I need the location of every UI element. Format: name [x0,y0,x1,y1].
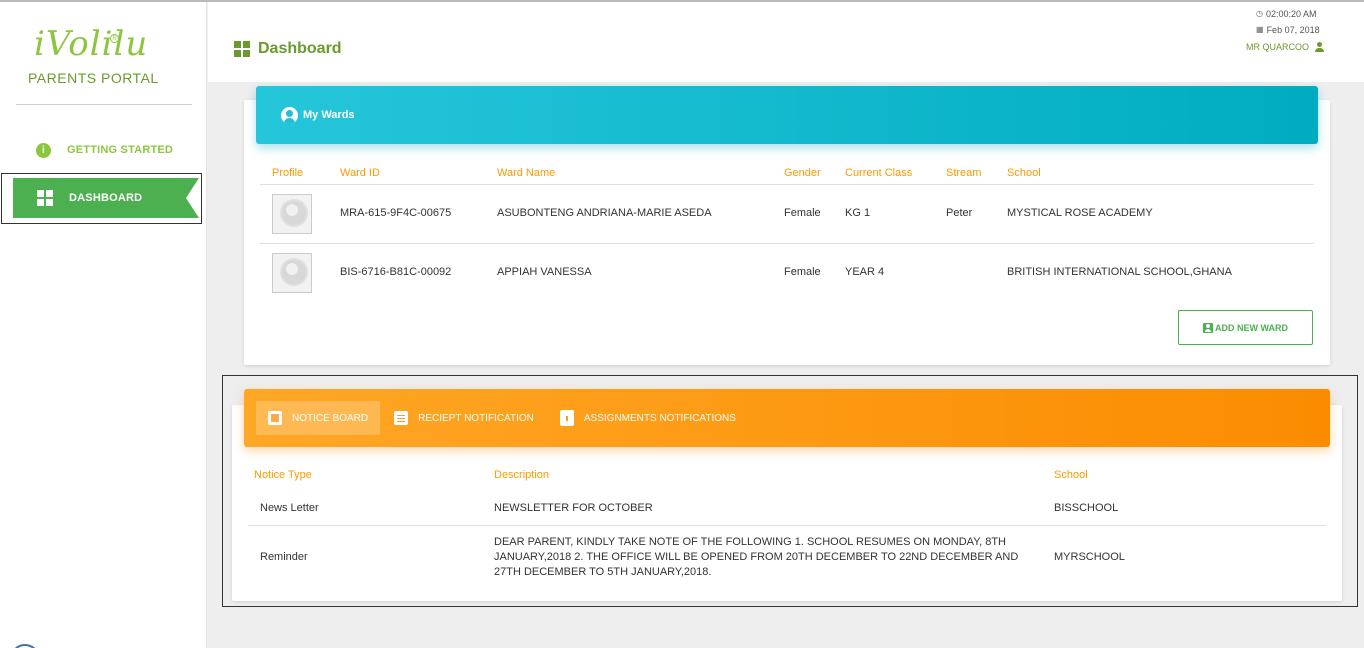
ward-stream: Peter [946,207,973,219]
tab-label: NOTICE BOARD [292,412,369,424]
sidebar-item-label: GETTING STARTED [67,144,174,156]
ward-gender: Female [784,266,821,278]
ward-id: BIS-6716-B81C-00092 [340,266,452,278]
sidebar-active-highlight: DASHBOARD [1,173,202,224]
column-header-profile: Profile [272,167,304,179]
ward-gender: Female [784,207,821,219]
page-title-text: Dashboard [258,40,342,57]
add-new-ward-button[interactable]: ADD NEW WARD [1178,310,1313,345]
user-menu[interactable]: MR QUARCOO [1246,42,1324,52]
tab-label: RECIEPT NOTIFICATION [418,412,534,424]
ward-avatar[interactable] [272,194,312,234]
notice-school: BISSCHOOL [1054,502,1119,514]
notice-description: NEWSLETTER FOR OCTOBER [494,502,653,514]
dashboard-icon [37,190,53,206]
row-divider [260,243,1314,244]
column-header-gender: Gender [784,167,821,179]
notice-description: DEAR PARENT, KINDLY TAKE NOTE OF THE FOL… [494,536,1019,578]
dashboard-icon [234,41,250,57]
table-header-divider [260,184,1314,185]
info-icon: i [36,142,51,158]
account-box-icon [1203,322,1213,333]
tab-notice-board[interactable]: NOTICE BOARD [256,401,381,435]
tab-label: ASSIGNMENTS NOTIFICATIONS [583,412,736,424]
datetime-display: ◷ 02:00:20 AM ▦ Feb 07, 2018 [1256,6,1320,38]
column-header-ward-name: Ward Name [497,167,556,179]
column-header-description: Description [494,469,550,481]
ward-school: MYSTICAL ROSE ACADEMY [1007,207,1153,219]
ward-name: APPIAH VANESSA [497,266,592,278]
sidebar-item-getting-started[interactable]: i GETTING STARTED [12,130,196,170]
tab-assignments-notifications[interactable]: ASSIGNMENTS NOTIFICATIONS [548,401,748,435]
column-header-ward-id: Ward ID [340,167,380,179]
sidebar-item-label: DASHBOARD [69,192,143,204]
notice-school: MYRSCHOOL [1054,551,1125,563]
column-header-stream: Stream [946,167,982,179]
tab-receipt-notification[interactable]: RECIEPT NOTIFICATION [382,401,546,435]
wards-card-header: My Wards [256,86,1318,144]
clock-icon: ◷ [1256,9,1263,18]
notices-card-header: NOTICE BOARD RECIEPT NOTIFICATION ASSIGN… [244,389,1330,447]
row-divider [248,525,1326,526]
user-name: MR QUARCOO [1246,42,1309,52]
logo-wordmark: iVolilu [34,24,149,64]
sidebar-divider [16,104,192,105]
receipt-icon [394,411,409,425]
current-time: 02:00:20 AM [1265,9,1317,19]
ward-class: KG 1 [845,207,871,219]
ward-school: BRITISH INTERNATIONAL SCHOOL,GHANA [1007,266,1232,278]
wards-title: My Wards [303,109,355,121]
column-header-school: School [1054,469,1088,481]
help-icon[interactable] [10,644,40,648]
assignment-icon [559,410,574,426]
registered-icon: R [110,34,119,43]
column-header-current-class: Current Class [845,167,913,179]
ward-avatar[interactable] [272,253,312,293]
column-header-school: School [1007,167,1041,179]
column-header-notice-type: Notice Type [254,469,312,481]
calendar-icon: ▦ [1256,25,1264,34]
sidebar-item-dashboard[interactable]: DASHBOARD [13,178,199,218]
logo[interactable]: iVolilu R PARENTS PORTAL [22,20,172,90]
portal-label: PARENTS PORTAL [28,70,159,86]
page-title: Dashboard [234,40,342,58]
account-circle-icon [281,106,298,124]
sidebar: iVolilu R PARENTS PORTAL i GETTING START… [0,2,207,648]
notice-type: News Letter [260,502,319,514]
notice-type: Reminder [260,551,308,563]
ward-id: MRA-615-9F4C-00675 [340,207,452,219]
ward-name: ASUBONTENG ANDRIANA-MARIE ASEDA [497,207,712,219]
ward-class: YEAR 4 [845,266,885,278]
header: Dashboard ◷ 02:00:20 AM ▦ Feb 07, 2018 MR … [208,2,1364,82]
user-icon [1314,42,1324,52]
notice-board-icon [268,411,282,425]
add-new-ward-label: ADD NEW WARD [1215,322,1288,333]
current-date: Feb 07, 2018 [1266,25,1320,35]
